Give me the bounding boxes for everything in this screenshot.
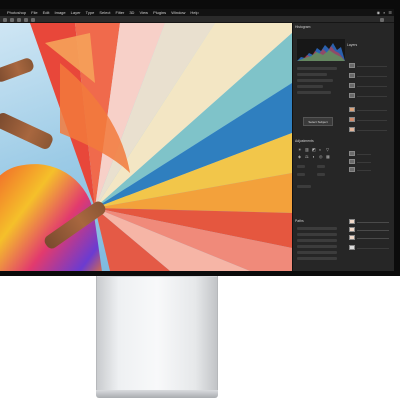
property-row[interactable] <box>317 165 325 168</box>
hue-icon[interactable]: ◈ <box>298 154 301 159</box>
menu-item-help[interactable]: Help <box>190 10 198 15</box>
property-row[interactable] <box>297 173 305 176</box>
layer-row[interactable] <box>357 238 389 239</box>
menu-item-type[interactable]: Type <box>86 10 95 15</box>
layer-thumbnail-icon[interactable] <box>349 83 355 88</box>
menu-item-view[interactable]: View <box>139 10 148 15</box>
vibrance-icon[interactable]: ▽ <box>326 147 329 152</box>
layer-thumbnail-icon[interactable] <box>349 63 355 68</box>
monitor-stand <box>96 276 218 390</box>
layer-row[interactable] <box>357 96 387 97</box>
menu-item-filter[interactable]: Filter <box>115 10 124 15</box>
tool-mode-icon[interactable] <box>10 17 14 22</box>
adjustments-panel-title[interactable]: Adjustments <box>295 139 314 144</box>
path-row[interactable] <box>297 257 337 260</box>
path-row[interactable] <box>297 251 337 254</box>
property-row[interactable] <box>297 73 327 76</box>
menu-item-window[interactable]: Window <box>171 10 185 15</box>
layer-row[interactable] <box>357 76 387 77</box>
histogram-graph <box>297 39 345 61</box>
layer-row[interactable] <box>357 86 387 87</box>
histogram-chart <box>297 43 345 61</box>
layer-row[interactable] <box>357 230 389 231</box>
menu-item-layer[interactable]: Layer <box>71 10 81 15</box>
menu-bar: Photoshop File Edit Image Layer Type Sel… <box>0 9 394 16</box>
layer-row[interactable] <box>357 222 389 223</box>
control-center-icon[interactable]: ◉ <box>377 10 381 15</box>
property-row[interactable] <box>297 91 331 94</box>
levels-icon[interactable]: ▥ <box>305 147 309 152</box>
layer-thumbnail-icon[interactable] <box>349 219 355 224</box>
share-icon[interactable] <box>380 17 384 22</box>
mixer-icon[interactable]: ▦ <box>326 154 330 159</box>
menu-item-select[interactable]: Select <box>99 10 110 15</box>
layer-row[interactable] <box>357 66 387 67</box>
layer-row[interactable] <box>357 130 387 131</box>
path-row[interactable] <box>297 227 337 230</box>
panels-dock: Histogram Select Subject Adjustments ☀ ▥… <box>292 23 394 271</box>
status-area: ◉ ⌕ ☰ <box>377 10 392 15</box>
path-row[interactable] <box>297 239 337 242</box>
layer-row[interactable] <box>357 110 387 111</box>
layer-row[interactable] <box>357 170 371 171</box>
property-row[interactable] <box>297 185 311 188</box>
menu-item-3d[interactable]: 3D <box>129 10 134 15</box>
stand-base <box>96 390 218 398</box>
tool-size-icon[interactable] <box>17 17 21 22</box>
layer-thumbnail-icon[interactable] <box>349 159 355 164</box>
screen: Photoshop File Edit Image Layer Type Sel… <box>0 9 394 271</box>
stand-edge <box>97 276 217 277</box>
layers-panel-title[interactable]: Layers <box>347 43 357 48</box>
monitor-display: Photoshop File Edit Image Layer Type Sel… <box>0 0 400 276</box>
property-row[interactable] <box>297 85 323 88</box>
tool-option-icon[interactable] <box>24 17 28 22</box>
path-row[interactable] <box>297 233 337 236</box>
tool-option-icon[interactable] <box>31 17 35 22</box>
balance-icon[interactable]: ⚖ <box>305 154 309 159</box>
layer-row[interactable] <box>357 120 387 121</box>
histogram-panel-title[interactable]: Histogram <box>295 25 310 30</box>
photo-filter-icon[interactable]: ◎ <box>319 154 323 159</box>
layer-thumbnail-icon[interactable] <box>349 127 355 132</box>
menu-item-image[interactable]: Image <box>55 10 66 15</box>
layer-row[interactable] <box>357 248 389 249</box>
property-row[interactable] <box>297 67 337 70</box>
document-canvas[interactable] <box>0 23 292 271</box>
layer-thumbnail-icon[interactable] <box>349 93 355 98</box>
tool-preset-icon[interactable] <box>3 17 7 22</box>
layer-thumbnail-icon[interactable] <box>349 151 355 156</box>
menu-app-name[interactable]: Photoshop <box>7 10 26 15</box>
layer-row[interactable] <box>357 162 371 163</box>
menu-item-plugins[interactable]: Plugins <box>153 10 166 15</box>
layer-thumbnail-icon[interactable] <box>349 235 355 240</box>
menu-icon[interactable]: ☰ <box>388 10 392 15</box>
menu-item-file[interactable]: File <box>31 10 37 15</box>
brightness-icon[interactable]: ☀ <box>298 147 302 152</box>
property-row[interactable] <box>317 173 325 176</box>
menu-item-edit[interactable]: Edit <box>43 10 50 15</box>
layer-thumbnail-icon[interactable] <box>349 73 355 78</box>
property-row[interactable] <box>297 79 333 82</box>
options-bar <box>0 16 394 23</box>
layer-thumbnail-icon[interactable] <box>349 117 355 122</box>
layer-thumbnail-icon[interactable] <box>349 107 355 112</box>
layer-thumbnail-icon[interactable] <box>349 245 355 250</box>
layer-thumbnail-icon[interactable] <box>349 227 355 232</box>
bw-icon[interactable]: ◑ <box>312 154 314 159</box>
layer-thumbnail-icon[interactable] <box>349 167 355 172</box>
exposure-icon[interactable]: ◐ <box>319 147 321 152</box>
layer-row[interactable] <box>357 154 371 155</box>
search-icon[interactable]: ⌕ <box>383 10 385 15</box>
property-row[interactable] <box>297 165 305 168</box>
path-row[interactable] <box>297 245 337 248</box>
curves-icon[interactable]: ◩ <box>312 147 316 152</box>
paths-panel-title[interactable]: Paths <box>295 219 304 224</box>
select-subject-button[interactable]: Select Subject <box>303 117 333 126</box>
